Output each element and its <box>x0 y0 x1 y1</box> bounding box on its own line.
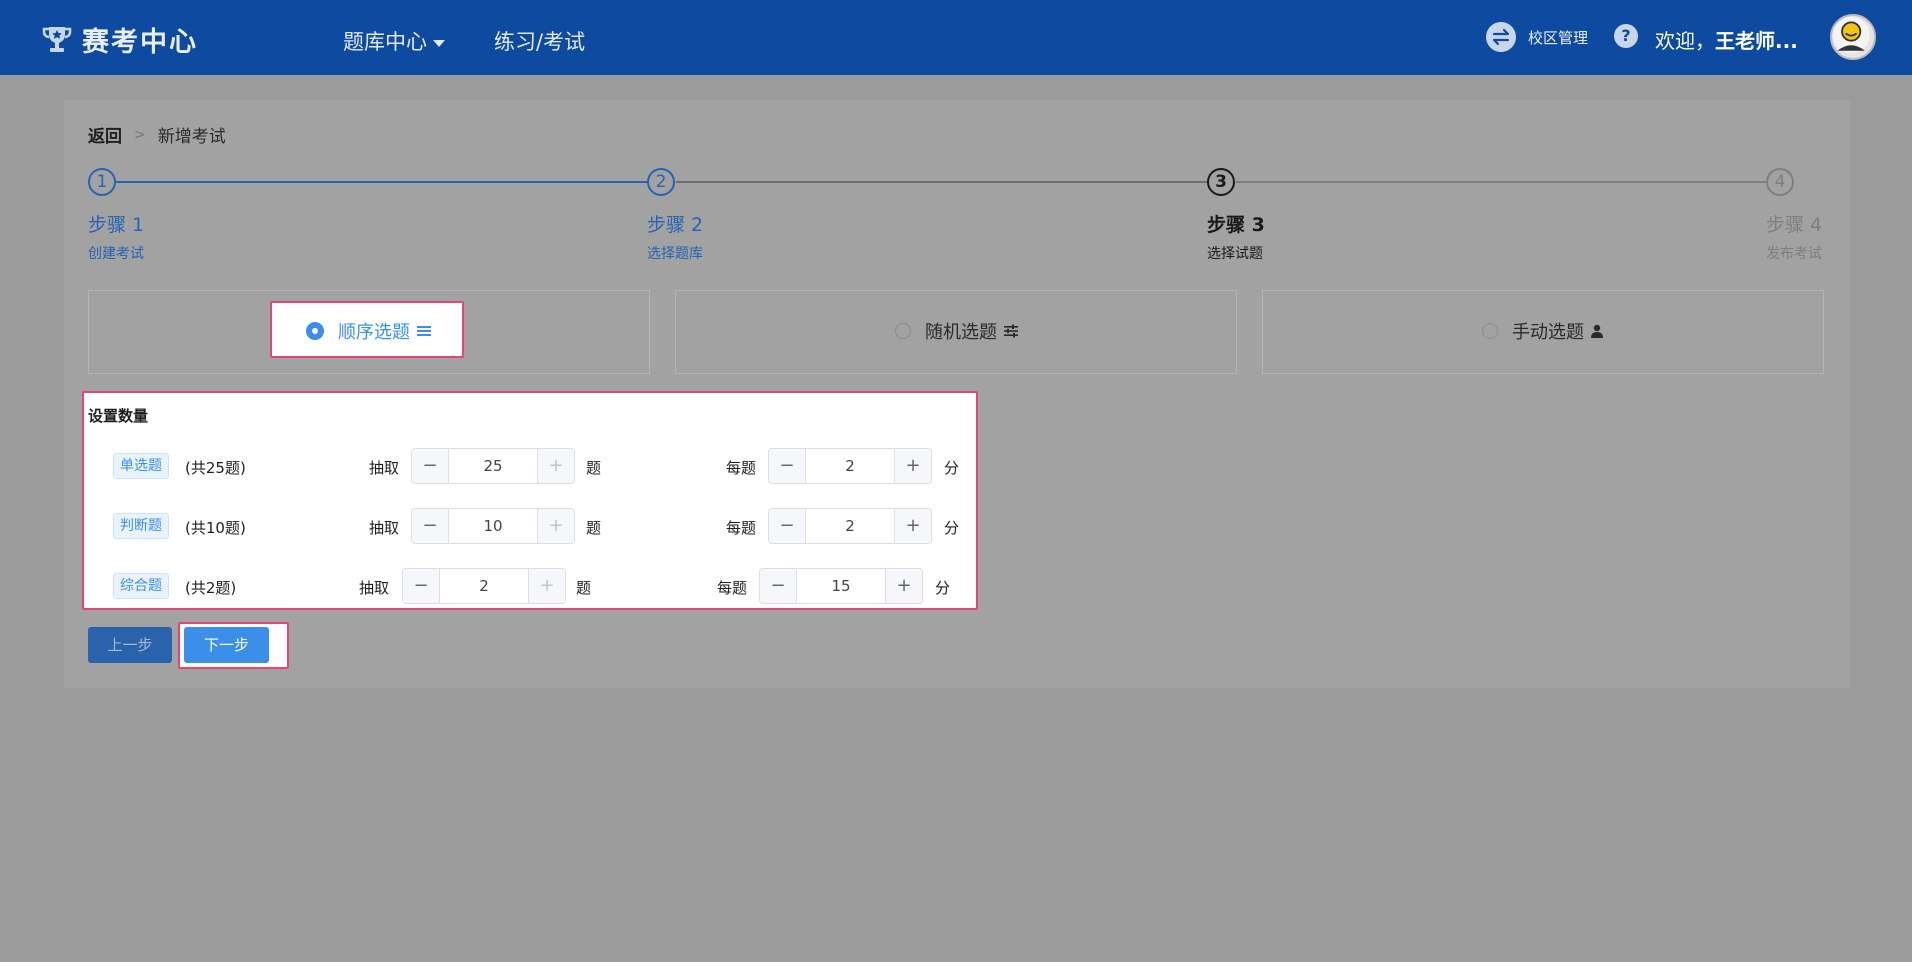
score-value[interactable]: 2 <box>806 509 894 543</box>
step-4-desc: 发布考试 <box>1766 246 1822 262</box>
mode-option-random[interactable]: 随机选题 <box>895 318 1019 344</box>
per-label: 每题 <box>717 579 748 597</box>
radio-unselected[interactable] <box>895 323 911 339</box>
draw-label: 抽取 <box>359 579 390 597</box>
welcome-user[interactable]: 欢迎，王老师... <box>1655 25 1798 54</box>
step-connector-3 <box>1236 181 1766 183</box>
breadcrumb-current: 新增考试 <box>157 127 226 147</box>
per-label: 每题 <box>726 459 757 477</box>
score-value[interactable]: 2 <box>806 449 894 483</box>
trophy-icon <box>42 26 72 52</box>
list-icon <box>417 326 431 336</box>
step-1-circle: 1 <box>88 168 116 196</box>
question-type-tag: 判断题 <box>113 513 169 539</box>
minus-button[interactable]: − <box>403 569 440 603</box>
draw-label: 抽取 <box>369 519 400 537</box>
welcome-prefix: 欢迎， <box>1655 29 1715 53</box>
draw-label: 抽取 <box>369 459 400 477</box>
score-unit-label: 分 <box>935 579 951 597</box>
question-type-tag: 综合题 <box>113 573 169 599</box>
score-unit-label: 分 <box>944 459 960 477</box>
step-2-desc: 选择题库 <box>647 246 703 262</box>
question-type-tag: 单选题 <box>113 453 169 479</box>
unit-label: 题 <box>586 519 602 537</box>
mode-option-sequential[interactable]: 顺序选题 <box>306 318 432 344</box>
step-2-circle: 2 <box>647 168 675 196</box>
unit-label: 题 <box>576 579 592 597</box>
unit-label: 题 <box>586 459 602 477</box>
campus-management[interactable]: 校区管理 <box>1486 22 1588 52</box>
step-3-desc: 选择试题 <box>1207 246 1263 262</box>
minus-button[interactable]: − <box>412 449 449 483</box>
help-icon[interactable]: ? <box>1614 24 1638 48</box>
score-stepper[interactable]: − 2 + <box>768 448 932 484</box>
count-stepper[interactable]: − 25 + <box>411 448 575 484</box>
count-value[interactable]: 10 <box>449 509 537 543</box>
plus-button[interactable]: + <box>885 569 922 603</box>
mode-label-sequential: 顺序选题 <box>338 322 410 343</box>
chevron-right-icon: > <box>134 126 146 143</box>
count-value[interactable]: 25 <box>449 449 537 483</box>
brand-name: 赛考中心 <box>82 27 198 58</box>
count-stepper[interactable]: − 2 + <box>402 568 566 604</box>
mode-label-random: 随机选题 <box>925 322 997 343</box>
top-navbar: 赛考中心 题库中心 练习/考试 校区管理 ? 欢迎，王老师... <box>0 0 1912 75</box>
step-4-title: 步骤 4 <box>1766 214 1823 236</box>
count-value[interactable]: 2 <box>440 569 528 603</box>
question-total: (共10题) <box>185 519 246 537</box>
score-unit-label: 分 <box>944 519 960 537</box>
step-4-circle: 4 <box>1766 168 1794 196</box>
question-total: (共25题) <box>185 459 246 477</box>
per-label: 每题 <box>726 519 757 537</box>
step-2-title: 步骤 2 <box>647 214 704 236</box>
quantity-title: 设置数量 <box>88 407 149 425</box>
brand-logo[interactable]: 赛考中心 <box>40 20 198 59</box>
next-step-button[interactable]: 下一步 <box>184 627 269 663</box>
plus-button[interactable]: + <box>528 569 565 603</box>
swap-icon <box>1486 22 1516 52</box>
question-total: (共2题) <box>185 579 237 597</box>
step-3-title: 步骤 3 <box>1207 214 1265 236</box>
step-1-title: 步骤 1 <box>88 214 145 236</box>
score-value[interactable]: 15 <box>797 569 885 603</box>
score-stepper[interactable]: − 2 + <box>768 508 932 544</box>
user-avatar-icon <box>1832 16 1870 54</box>
sliders-icon <box>1004 324 1018 338</box>
mode-option-manual[interactable]: 手动选题 <box>1482 318 1604 344</box>
radio-selected[interactable] <box>306 322 324 340</box>
step-1-desc: 创建考试 <box>88 246 144 262</box>
count-stepper[interactable]: − 10 + <box>411 508 575 544</box>
user-name: 王老师... <box>1715 29 1798 53</box>
caret-down-icon <box>433 39 445 47</box>
minus-button[interactable]: − <box>769 449 806 483</box>
nav-practice-exam[interactable]: 练习/考试 <box>494 26 585 56</box>
score-stepper[interactable]: − 15 + <box>759 568 923 604</box>
minus-button[interactable]: − <box>760 569 797 603</box>
minus-button[interactable]: − <box>412 509 449 543</box>
step-connector-2 <box>676 181 1208 183</box>
radio-unselected[interactable] <box>1482 323 1498 339</box>
nav-practice-exam-label: 练习/考试 <box>494 30 586 54</box>
breadcrumb: 返回 > 新增考试 <box>88 122 226 148</box>
step-connector-1 <box>116 181 648 183</box>
prev-step-button[interactable]: 上一步 <box>88 627 172 663</box>
quantity-panel: 设置数量 单选题 (共25题) 抽取 − 25 + 题 每题 − 2 + 分 判… <box>82 391 978 610</box>
minus-button[interactable]: − <box>769 509 806 543</box>
plus-button[interactable]: + <box>894 509 931 543</box>
mode-label-manual: 手动选题 <box>1512 322 1584 343</box>
user-icon <box>1591 324 1603 338</box>
step-3-circle: 3 <box>1207 168 1235 196</box>
plus-button[interactable]: + <box>537 509 574 543</box>
plus-button[interactable]: + <box>894 449 931 483</box>
plus-button[interactable]: + <box>537 449 574 483</box>
avatar[interactable] <box>1830 14 1876 60</box>
nav-question-bank-label: 题库中心 <box>343 30 427 54</box>
nav-question-bank[interactable]: 题库中心 <box>343 26 445 56</box>
campus-management-label: 校区管理 <box>1528 28 1589 47</box>
back-link[interactable]: 返回 <box>88 122 122 147</box>
